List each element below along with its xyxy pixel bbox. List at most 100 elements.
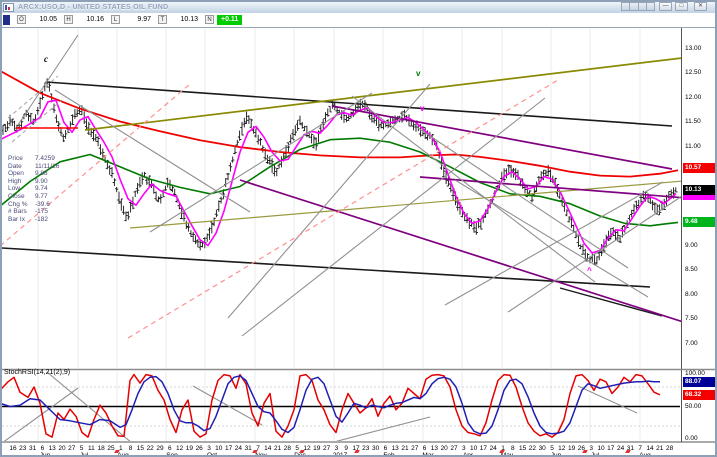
time-tick: 22 xyxy=(147,445,154,452)
mini-button[interactable] xyxy=(639,2,647,11)
time-tick: 13 xyxy=(392,445,399,452)
time-tick: 30 xyxy=(372,445,379,452)
quote-fields: O10.05H10.16L9.97T10.13N+0.11 xyxy=(10,11,242,29)
month-label: Oct xyxy=(207,452,217,457)
time-tick: 13 xyxy=(431,445,438,452)
month-label: Mar xyxy=(422,452,433,457)
time-tick: 23 xyxy=(19,445,26,452)
time-tick: 20 xyxy=(58,445,65,452)
time-tick: 17 xyxy=(225,445,232,452)
time-tick: 9 xyxy=(344,445,348,452)
price-badge: 9.48 xyxy=(683,217,716,227)
indicator-label: StochRSI(14,21(2),9) xyxy=(4,369,70,376)
mini-button[interactable] xyxy=(630,2,638,11)
price-axis-label: 7.00 xyxy=(685,340,698,347)
wave-label: c xyxy=(44,55,48,63)
titlebar-mini-toolbar[interactable] xyxy=(621,2,655,11)
quote-field-label: O xyxy=(17,15,26,24)
quote-field-label: L xyxy=(111,15,120,24)
time-tick: 27 xyxy=(411,445,418,452)
time-tick: 15 xyxy=(519,445,526,452)
price-axis-label: 13.00 xyxy=(685,45,701,52)
month-label: Feb xyxy=(383,452,394,457)
time-tick: 27 xyxy=(68,445,75,452)
data-window-tooltip: Price7.4259Date11/11/16Open9.88High9.90L… xyxy=(8,155,59,223)
time-tick: 7 xyxy=(638,445,642,452)
indicator-badge: 68.32 xyxy=(683,390,716,400)
time-tick: 3 xyxy=(462,445,466,452)
time-tick: 10 xyxy=(597,445,604,452)
time-tick: 3 xyxy=(589,445,593,452)
indicator-badge: 88.07 xyxy=(683,377,716,387)
time-tick: 14 xyxy=(264,445,271,452)
price-axis-label: 11.50 xyxy=(685,118,701,125)
magenta-price-marker xyxy=(683,195,716,200)
time-tick: 17 xyxy=(480,445,487,452)
time-tick: 26 xyxy=(196,445,203,452)
time-tick: 27 xyxy=(323,445,330,452)
month-label: Aug xyxy=(639,452,651,457)
time-tick: 24 xyxy=(235,445,242,452)
wave-label: v xyxy=(416,70,420,78)
close-button[interactable]: ✕ xyxy=(694,2,707,11)
time-tick: 21 xyxy=(401,445,408,452)
month-label: 2017 xyxy=(333,452,347,457)
tooltip-row: Low9.74 xyxy=(8,185,59,193)
month-label: Jul xyxy=(591,452,599,457)
app-icon xyxy=(3,3,14,12)
time-tick: 3 xyxy=(335,445,339,452)
time-tick: 12 xyxy=(176,445,183,452)
time-tick: 6 xyxy=(41,445,45,452)
time-tick: 17 xyxy=(607,445,614,452)
time-tick: 5 xyxy=(550,445,554,452)
time-tick: 6 xyxy=(384,445,388,452)
tooltip-row: Price7.4259 xyxy=(8,155,59,163)
time-tick: 28 xyxy=(666,445,673,452)
price-badge: 10.13 xyxy=(683,185,716,195)
tooltip-row: # Bars-175 xyxy=(8,208,59,216)
time-tick: 5 xyxy=(80,445,84,452)
time-tick: 21 xyxy=(656,445,663,452)
time-tick: 15 xyxy=(137,445,144,452)
time-tick: 11 xyxy=(88,445,95,452)
price-axis-label: 7.50 xyxy=(685,315,698,322)
chart-window: ARCX:USO,D - UNITED STATES OIL FUND — □ … xyxy=(0,0,717,457)
indicator-axis-label: 50.00 xyxy=(685,403,701,410)
time-tick: 23 xyxy=(362,445,369,452)
time-tick: 1 xyxy=(119,445,123,452)
tooltip-row: High9.90 xyxy=(8,178,59,186)
time-tick: 31 xyxy=(245,445,252,452)
time-tick: 28 xyxy=(284,445,291,452)
wave-label: ^ xyxy=(587,267,592,275)
time-tick: 3 xyxy=(207,445,211,452)
chart-canvas[interactable] xyxy=(0,0,717,457)
time-tick: 27 xyxy=(450,445,457,452)
indicator-axis-label: 0.00 xyxy=(685,435,698,442)
time-tick: 20 xyxy=(441,445,448,452)
minimize-button[interactable]: — xyxy=(659,2,672,11)
net-change-badge: +0.11 xyxy=(217,15,242,25)
quote-bar: O10.05H10.16L9.97T10.13N+0.11 xyxy=(2,13,715,27)
price-badge: 10.57 xyxy=(683,163,716,173)
price-axis-label: 8.00 xyxy=(685,291,698,298)
time-tick: 12 xyxy=(558,445,565,452)
quote-field-label: T xyxy=(158,15,167,24)
mini-button[interactable] xyxy=(621,2,630,11)
month-label: Jun xyxy=(40,452,50,457)
window-title: ARCX:USO,D - UNITED STATES OIL FUND xyxy=(18,4,169,11)
time-tick: 6 xyxy=(168,445,172,452)
price-axis-label: 11.00 xyxy=(685,143,701,150)
time-tick: 24 xyxy=(490,445,497,452)
mini-button[interactable] xyxy=(647,2,655,11)
symbol-color-chip xyxy=(3,15,10,25)
time-tick: 30 xyxy=(539,445,546,452)
time-tick: 16 xyxy=(9,445,16,452)
month-label: Aug xyxy=(117,452,129,457)
maximize-button[interactable]: □ xyxy=(675,2,688,11)
titlebar[interactable]: ARCX:USO,D - UNITED STATES OIL FUND xyxy=(2,2,715,13)
time-tick: 8 xyxy=(511,445,515,452)
time-tick: 21 xyxy=(274,445,281,452)
time-tick: 18 xyxy=(98,445,105,452)
quote-field-value: 9.97 xyxy=(120,16,151,23)
month-label: Jun xyxy=(551,452,561,457)
